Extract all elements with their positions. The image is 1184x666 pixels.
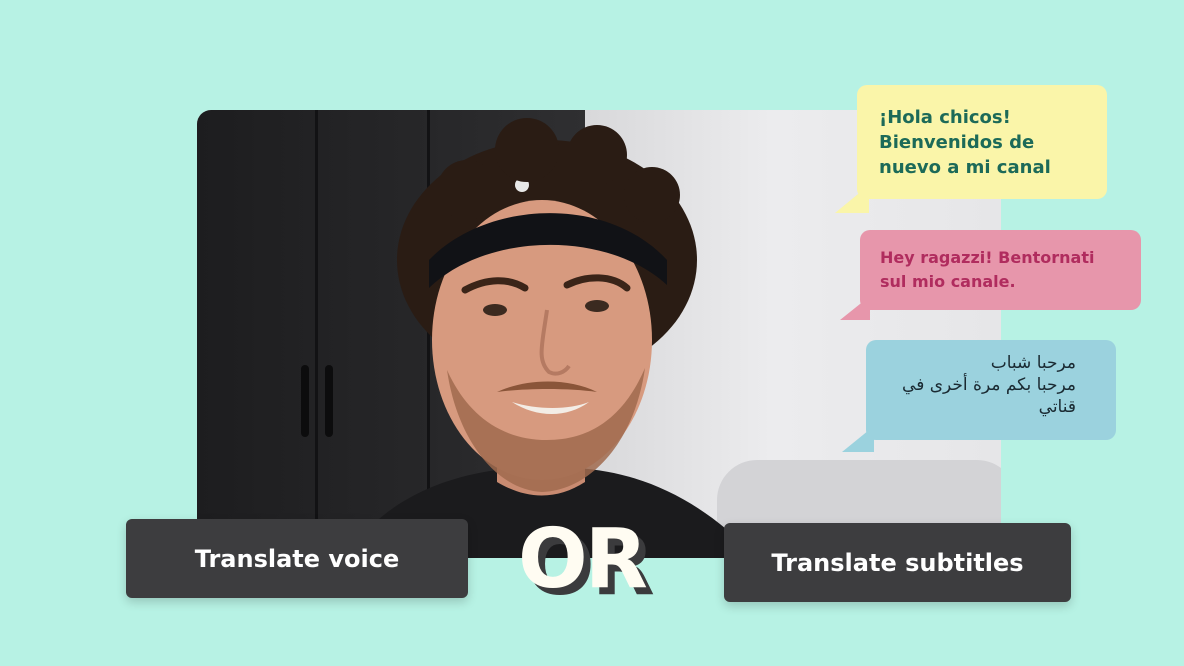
bubble-text: nuevo a mi canal <box>879 157 1051 178</box>
or-label: OR <box>518 512 648 607</box>
spanish-translation-bubble: ¡Hola chicos! Bienvenidos de nuevo a mi … <box>835 85 1107 213</box>
bubble-text: sul mio canale. <box>880 272 1016 291</box>
arabic-translation-bubble: مرحبا شباب مرحبا بكم مرة أخرى في قناتي <box>842 340 1116 452</box>
bubble-text: Hey ragazzi! Bentornati <box>880 248 1095 267</box>
bubble-text: ¡Hola chicos! <box>879 107 1011 128</box>
bubble-text: مرحبا شباب <box>990 353 1076 373</box>
bubble-tail <box>840 296 870 320</box>
translate-subtitles-button[interactable]: Translate subtitles <box>724 523 1071 602</box>
bubble-text: Bienvenidos de <box>879 132 1035 153</box>
bubble-text: مرحبا بكم مرة أخرى في <box>902 375 1076 395</box>
bubble-tail <box>842 426 874 452</box>
translate-voice-button[interactable]: Translate voice <box>126 519 468 598</box>
bubble-text: قناتي <box>1038 397 1076 417</box>
bubble-tail <box>835 185 869 213</box>
italian-translation-bubble: Hey ragazzi! Bentornati sul mio canale. <box>840 230 1141 320</box>
or-divider: OR <box>518 515 678 610</box>
